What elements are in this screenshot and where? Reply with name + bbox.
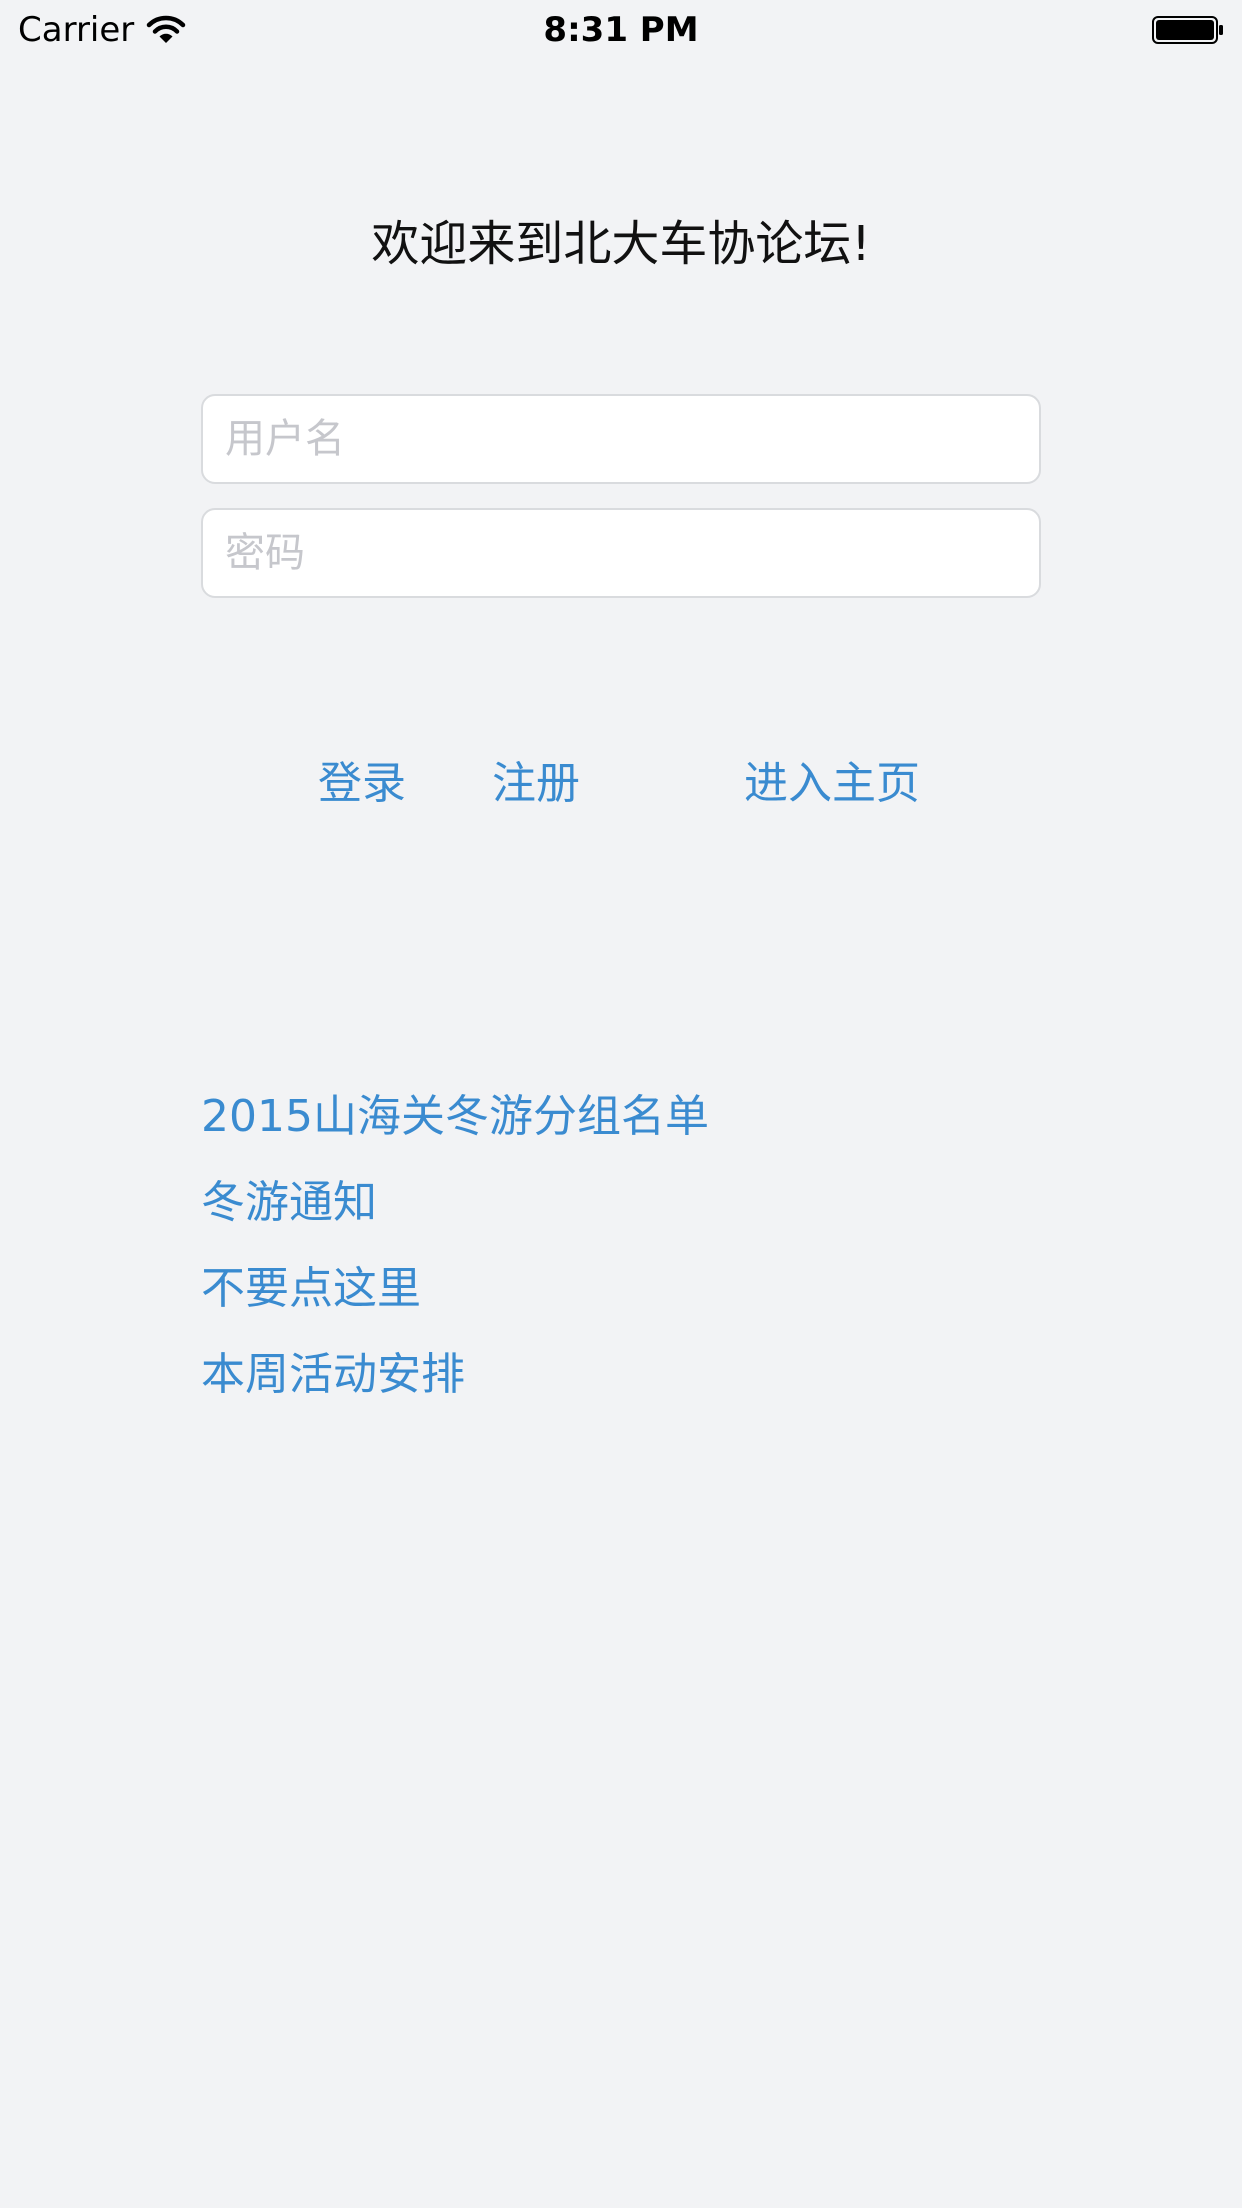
status-time: 8:31 PM: [543, 10, 699, 50]
enter-homepage-button[interactable]: 进入主页: [744, 754, 920, 814]
login-button[interactable]: 登录: [318, 754, 406, 814]
news-link-dont-click[interactable]: 不要点这里: [201, 1246, 709, 1332]
news-link-winter-trip-notice[interactable]: 冬游通知: [201, 1160, 709, 1246]
welcome-title: 欢迎来到北大车协论坛!: [371, 216, 871, 272]
register-button[interactable]: 注册: [492, 754, 580, 814]
battery-icon: [1152, 16, 1223, 44]
username-field[interactable]: [201, 394, 1041, 484]
status-bar: Carrier 8:31 PM: [0, 0, 1242, 60]
news-link-winter-trip-groups[interactable]: 2015山海关冬游分组名单: [201, 1074, 709, 1160]
password-field[interactable]: [201, 508, 1041, 598]
news-link-weekly-schedule[interactable]: 本周活动安排: [201, 1332, 709, 1418]
news-link-list: 2015山海关冬游分组名单 冬游通知 不要点这里 本周活动安排: [201, 1074, 709, 1418]
